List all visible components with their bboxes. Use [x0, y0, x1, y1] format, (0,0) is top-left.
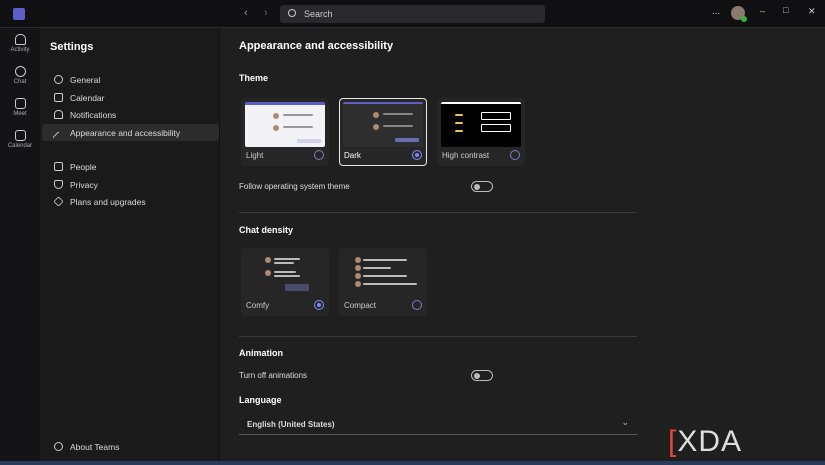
settings-nav: Settings General Calendar Notifications … — [40, 28, 220, 465]
light-preview — [245, 102, 325, 147]
nav-label: Privacy — [70, 180, 98, 190]
follow-os-toggle[interactable] — [471, 181, 493, 192]
maximize-button[interactable]: □ — [783, 5, 788, 15]
nav-label: Plans and upgrades — [70, 197, 146, 207]
calendar-icon — [14, 130, 26, 141]
back-icon[interactable]: ‹ — [244, 7, 248, 19]
app-rail: Activity Chat Meet Calendar — [0, 28, 40, 465]
video-icon — [14, 98, 26, 109]
shield-icon — [54, 180, 63, 189]
nav-label: Appearance and accessibility — [70, 128, 181, 138]
nav-notifications[interactable]: Notifications — [42, 106, 219, 123]
forward-icon[interactable]: › — [264, 7, 268, 19]
rail-activity[interactable]: Activity — [0, 34, 40, 53]
theme-heading: Theme — [239, 73, 269, 83]
language-heading: Language — [239, 395, 282, 405]
rail-label: Chat — [13, 79, 27, 85]
follow-os-label: Follow operating system theme — [239, 182, 350, 191]
theme-dark-radio[interactable] — [412, 150, 422, 160]
nav-general[interactable]: General — [42, 71, 219, 88]
bell-icon — [14, 34, 26, 45]
xda-watermark: [XDA — [668, 425, 743, 458]
search-icon — [288, 9, 296, 17]
teams-logo-icon — [13, 8, 25, 20]
density-compact-radio[interactable] — [412, 300, 422, 310]
compact-preview — [343, 252, 423, 297]
density-comfy-card[interactable]: Comfy — [241, 248, 329, 316]
nav-about[interactable]: About Teams — [42, 438, 219, 455]
divider — [239, 212, 637, 213]
chat-icon — [14, 66, 26, 77]
theme-light-radio[interactable] — [314, 150, 324, 160]
animation-heading: Animation — [239, 348, 283, 358]
nav-label: Calendar — [70, 93, 105, 103]
taskbar-edge — [0, 461, 825, 465]
more-options-button[interactable]: ... — [712, 6, 720, 17]
density-label: Comfy — [246, 301, 270, 310]
diamond-icon — [53, 196, 64, 207]
theme-dark-card[interactable]: Dark — [339, 98, 427, 166]
settings-title: Settings — [50, 41, 94, 53]
theme-high-contrast-card[interactable]: High contrast — [437, 98, 525, 166]
theme-label: Dark — [344, 151, 361, 160]
theme-high-contrast-radio[interactable] — [510, 150, 520, 160]
turn-off-animations-label: Turn off animations — [239, 371, 308, 380]
theme-label: High contrast — [442, 151, 490, 160]
language-value: English (United States) — [247, 420, 335, 429]
rail-chat[interactable]: Chat — [0, 66, 40, 85]
search-input[interactable]: Search — [280, 5, 545, 23]
nav-label: Notifications — [70, 110, 117, 120]
nav-label: People — [70, 162, 97, 172]
rail-label: Activity — [10, 47, 30, 53]
rail-meet[interactable]: Meet — [0, 98, 40, 117]
minimize-button[interactable]: – — [760, 6, 765, 16]
avatar[interactable] — [731, 6, 747, 22]
turn-off-animations-toggle[interactable] — [471, 370, 493, 381]
bell-icon — [54, 110, 63, 119]
nav-plans[interactable]: Plans and upgrades — [42, 193, 219, 210]
calendar-icon — [54, 93, 63, 102]
nav-label: General — [70, 75, 101, 85]
contact-card-icon — [54, 162, 63, 171]
search-placeholder: Search — [304, 9, 333, 19]
rail-label: Calendar — [7, 143, 33, 149]
close-button[interactable]: ✕ — [808, 6, 816, 17]
title-bar: ‹ › Search ... – □ ✕ — [0, 0, 825, 28]
density-label: Compact — [344, 301, 377, 310]
gear-icon — [54, 75, 63, 84]
status-badge — [741, 16, 747, 22]
theme-light-card[interactable]: Light — [241, 98, 329, 166]
chevron-down-icon: ⌄ — [621, 417, 629, 427]
density-comfy-radio[interactable] — [314, 300, 324, 310]
nav-calendar[interactable]: Calendar — [42, 89, 219, 106]
nav-appearance[interactable]: Appearance and accessibility — [42, 124, 219, 144]
divider — [239, 336, 637, 337]
info-icon — [54, 442, 63, 451]
theme-label: Light — [246, 151, 264, 160]
magic-wand-icon — [52, 131, 65, 144]
page-title: Appearance and accessibility — [239, 40, 394, 52]
nav-privacy[interactable]: Privacy — [42, 176, 219, 193]
rail-label: Meet — [13, 111, 27, 117]
nav-label: About Teams — [70, 442, 120, 452]
chat-density-heading: Chat density — [239, 225, 294, 235]
high-contrast-preview — [441, 102, 521, 147]
nav-people[interactable]: People — [42, 158, 219, 175]
watermark-text: XDA — [677, 425, 743, 458]
density-compact-card[interactable]: Compact — [339, 248, 427, 316]
rail-calendar[interactable]: Calendar — [0, 130, 40, 149]
comfy-preview — [245, 252, 325, 297]
dark-preview — [343, 102, 423, 147]
language-dropdown[interactable]: English (United States) ⌄ — [239, 415, 637, 435]
